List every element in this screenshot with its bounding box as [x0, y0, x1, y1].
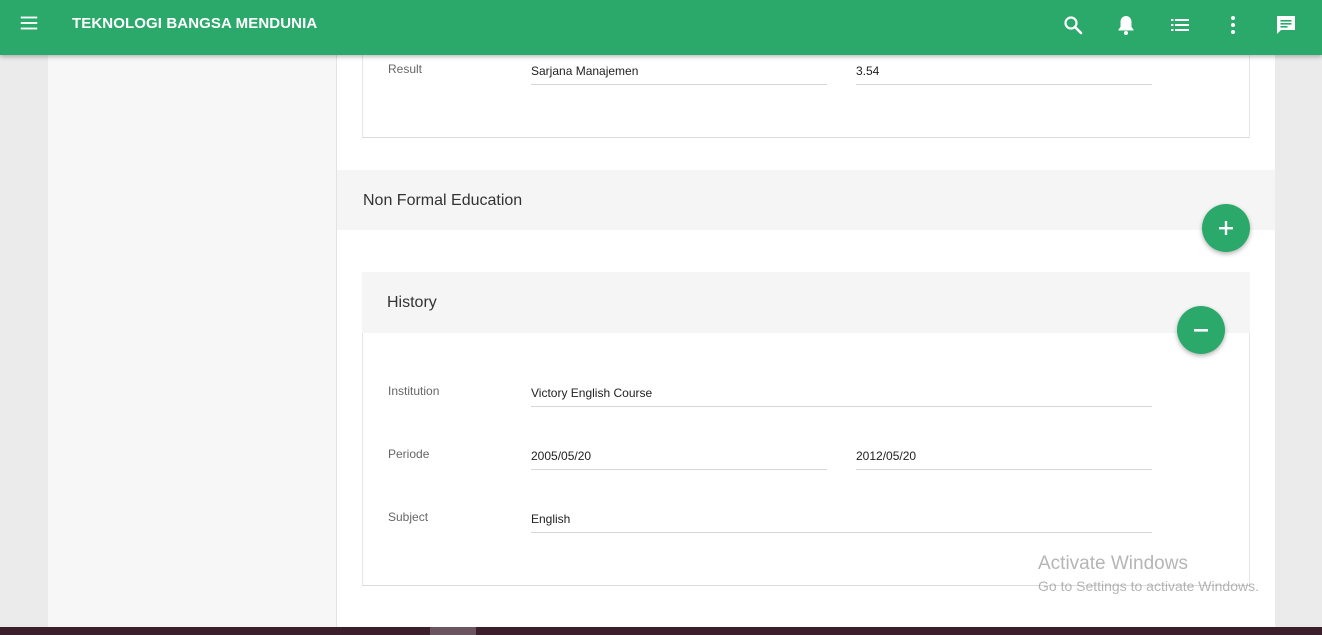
right-gutter: [1275, 55, 1322, 627]
result-label: Result: [388, 62, 423, 76]
minus-icon: [1194, 329, 1208, 332]
history-header: History: [362, 272, 1250, 333]
institution-field[interactable]: Victory English Course: [531, 379, 1152, 407]
taskbar-item[interactable]: [430, 627, 476, 635]
activate-windows-title: Activate Windows: [1038, 553, 1188, 574]
left-gutter: [0, 55, 48, 627]
periode-start-field[interactable]: 2005/05/20: [531, 442, 827, 470]
chat-icon[interactable]: [1274, 13, 1298, 37]
result-degree-field[interactable]: Sarjana Manajemen: [531, 57, 827, 85]
result-gpa-field[interactable]: 3.54: [856, 57, 1152, 85]
plus-icon: [1219, 221, 1233, 235]
search-icon[interactable]: [1061, 13, 1085, 37]
institution-label: Institution: [388, 384, 440, 398]
non-formal-education-header: Non Formal Education: [337, 170, 1275, 230]
add-button[interactable]: [1202, 204, 1250, 252]
list-icon[interactable]: [1168, 13, 1192, 37]
history-title: History: [387, 294, 437, 311]
periode-end-field[interactable]: 2012/05/20: [856, 442, 1152, 470]
more-vert-icon[interactable]: [1221, 13, 1245, 37]
taskbar: [0, 627, 1322, 635]
app-title: TEKNOLOGI BANGSA MENDUNIA: [72, 15, 318, 32]
app-bar: TEKNOLOGI BANGSA MENDUNIA: [0, 0, 1322, 55]
subject-label: Subject: [388, 510, 429, 524]
bell-icon[interactable]: [1114, 13, 1138, 37]
section-title: Non Formal Education: [363, 192, 523, 209]
periode-label: Periode: [388, 447, 430, 461]
subject-field[interactable]: English: [531, 505, 1152, 533]
remove-button[interactable]: [1177, 306, 1225, 354]
menu-icon[interactable]: [18, 12, 40, 34]
activate-windows-subtitle: Go to Settings to activate Windows.: [1038, 578, 1259, 594]
sidebar: [48, 55, 337, 627]
